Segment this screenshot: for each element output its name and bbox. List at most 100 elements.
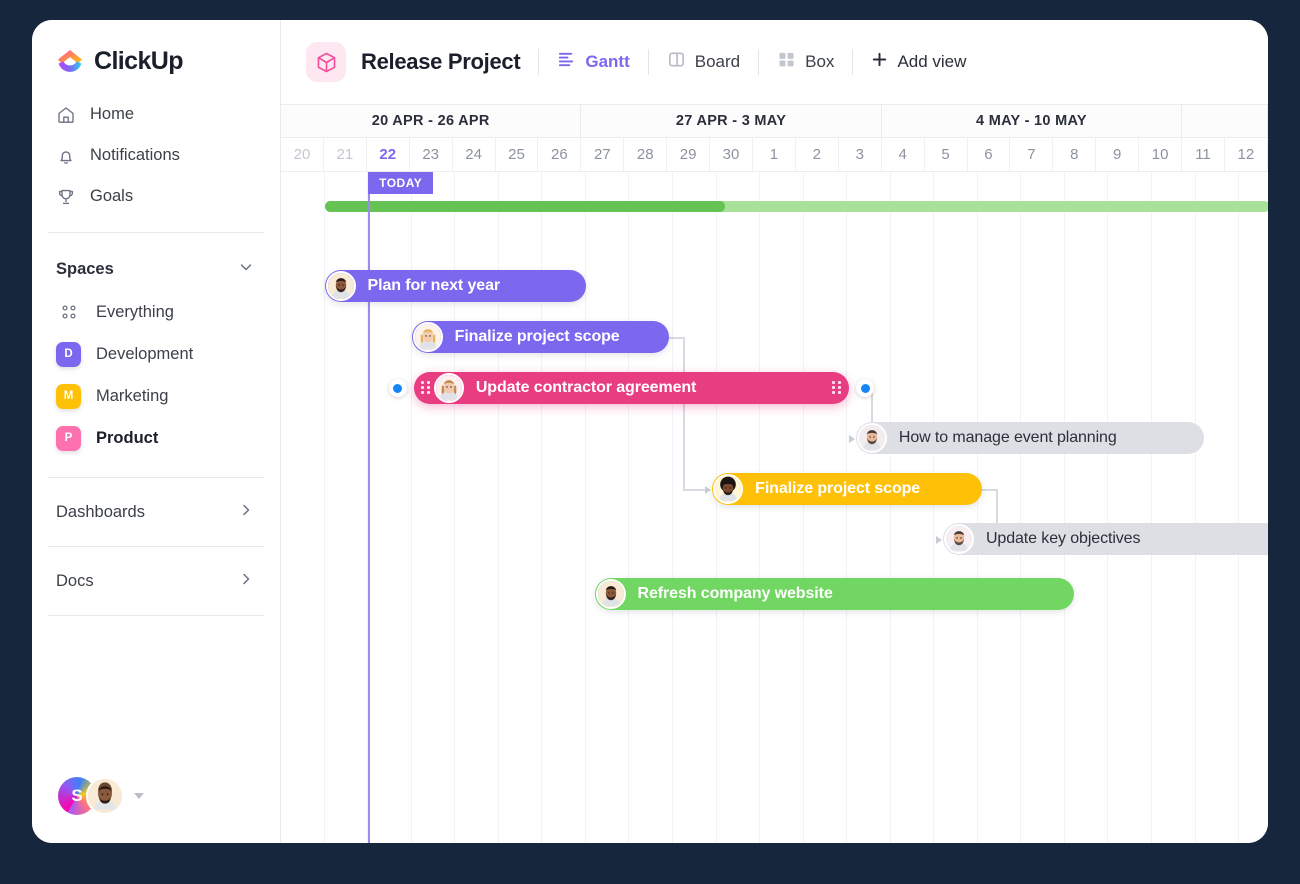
day-header-cell[interactable]: 22 bbox=[367, 138, 410, 172]
sidebar-item-product[interactable]: P Product bbox=[32, 417, 280, 459]
gantt-task-bar[interactable]: Finalize project scope bbox=[712, 473, 982, 505]
sidebar-item-everything[interactable]: Everything bbox=[32, 291, 280, 333]
space-label: Product bbox=[96, 429, 158, 448]
day-header-cell[interactable]: 28 bbox=[624, 138, 667, 172]
task-name: Update contractor agreement bbox=[476, 379, 696, 397]
gantt-task-bar[interactable]: Plan for next year bbox=[325, 270, 586, 302]
day-header-cell[interactable]: 6 bbox=[968, 138, 1011, 172]
day-header-cell[interactable]: 24 bbox=[453, 138, 496, 172]
toolbar-divider bbox=[538, 49, 539, 75]
gantt-task-bar[interactable]: Update key objectives bbox=[943, 523, 1268, 555]
assignee-avatar[interactable] bbox=[326, 271, 356, 301]
sidebar-item-label: Goals bbox=[90, 187, 133, 206]
assignee-avatar[interactable] bbox=[596, 579, 626, 609]
sidebar-item-dashboards[interactable]: Dashboards bbox=[32, 486, 280, 538]
tab-gantt[interactable]: Gantt bbox=[557, 50, 629, 74]
assignee-avatar[interactable] bbox=[857, 423, 887, 453]
spaces-section-header[interactable]: Spaces bbox=[32, 247, 280, 291]
toolbar-divider bbox=[648, 49, 649, 75]
chevron-down-icon[interactable] bbox=[134, 793, 144, 799]
gantt-gridline bbox=[1020, 172, 1021, 843]
day-header-cell[interactable]: 11 bbox=[1182, 138, 1225, 172]
day-header-cell[interactable]: 9 bbox=[1096, 138, 1139, 172]
tab-board[interactable]: Board bbox=[667, 50, 740, 74]
day-header-cell[interactable]: 2 bbox=[796, 138, 839, 172]
app-window: ClickUp Home Notific bbox=[32, 20, 1268, 843]
day-header-cell[interactable]: 23 bbox=[410, 138, 453, 172]
day-header-cell[interactable]: 10 bbox=[1139, 138, 1182, 172]
link-label: Dashboards bbox=[56, 503, 145, 522]
trophy-icon bbox=[56, 187, 76, 207]
avatar[interactable] bbox=[86, 777, 124, 815]
plus-icon bbox=[871, 51, 888, 73]
chevron-right-icon bbox=[238, 571, 254, 592]
week-header-cell: 20 APR - 26 APR bbox=[281, 105, 581, 138]
day-header-cell[interactable]: 8 bbox=[1053, 138, 1096, 172]
gantt-task-bar[interactable]: Refresh company website bbox=[595, 578, 1074, 610]
today-flag: TODAY bbox=[368, 172, 433, 194]
day-header-cell[interactable]: 25 bbox=[496, 138, 539, 172]
day-header-cell[interactable]: 20 bbox=[281, 138, 324, 172]
space-label: Marketing bbox=[96, 387, 168, 406]
assignee-avatar[interactable] bbox=[413, 322, 443, 352]
day-header-cell[interactable]: 3 bbox=[839, 138, 882, 172]
sidebar-item-home[interactable]: Home bbox=[32, 94, 280, 135]
sidebar-item-goals[interactable]: Goals bbox=[32, 176, 280, 217]
sidebar-divider-2 bbox=[48, 477, 264, 478]
drag-handle-right-icon[interactable] bbox=[832, 381, 841, 395]
toolbar-divider bbox=[852, 49, 853, 75]
project-progress-filled bbox=[325, 201, 726, 212]
dependency-dot-left[interactable] bbox=[389, 379, 407, 397]
week-header-row: 20 APR - 26 APR27 APR - 3 MAY4 MAY - 10 … bbox=[281, 105, 1268, 138]
tab-box[interactable]: Box bbox=[777, 50, 834, 74]
task-name: Plan for next year bbox=[368, 277, 500, 295]
gantt-timeline[interactable]: 20 APR - 26 APR27 APR - 3 MAY4 MAY - 10 … bbox=[281, 105, 1268, 843]
gantt-gridline bbox=[846, 172, 847, 843]
toolbar: Release Project Gantt Board bbox=[281, 20, 1268, 105]
gantt-task-bar[interactable]: How to manage event planning bbox=[856, 422, 1204, 454]
day-header-cell[interactable]: 7 bbox=[1010, 138, 1053, 172]
gantt-gridline bbox=[803, 172, 804, 843]
add-view-button[interactable]: Add view bbox=[871, 51, 966, 73]
space-label: Everything bbox=[96, 303, 174, 322]
gantt-icon bbox=[557, 50, 576, 74]
day-header-cell[interactable]: 27 bbox=[581, 138, 624, 172]
page-title: Release Project bbox=[361, 49, 520, 75]
day-header-cell[interactable]: 21 bbox=[324, 138, 367, 172]
week-header-cell bbox=[1182, 105, 1268, 138]
sidebar-item-marketing[interactable]: M Marketing bbox=[32, 375, 280, 417]
link-label: Docs bbox=[56, 572, 94, 591]
gantt-gridline bbox=[585, 172, 586, 843]
day-header-cell[interactable]: 1 bbox=[753, 138, 796, 172]
space-badge-development: D bbox=[56, 342, 81, 367]
day-header-cell[interactable]: 30 bbox=[710, 138, 753, 172]
day-header-cell[interactable]: 12 bbox=[1225, 138, 1268, 172]
space-badge-product: P bbox=[56, 426, 81, 451]
board-icon bbox=[667, 50, 686, 74]
gantt-grid[interactable]: TODAY Plan for next year Finalize projec… bbox=[281, 172, 1268, 843]
gantt-task-bar[interactable]: Update contractor agreement bbox=[414, 372, 850, 404]
gantt-gridline bbox=[1107, 172, 1108, 843]
day-header-cell[interactable]: 5 bbox=[925, 138, 968, 172]
gantt-task-bar[interactable]: Finalize project scope bbox=[412, 321, 669, 353]
primary-nav: Home Notifications bbox=[32, 94, 280, 217]
day-header-cell[interactable]: 4 bbox=[882, 138, 925, 172]
user-avatar-cluster[interactable]: S bbox=[58, 777, 144, 815]
sidebar-item-notifications[interactable]: Notifications bbox=[32, 135, 280, 176]
chevron-down-icon[interactable] bbox=[238, 259, 254, 280]
assignee-avatar[interactable] bbox=[713, 474, 743, 504]
sidebar-item-docs[interactable]: Docs bbox=[32, 555, 280, 607]
day-header-cell[interactable]: 26 bbox=[538, 138, 581, 172]
brand-logo[interactable]: ClickUp bbox=[32, 20, 280, 76]
gantt-gridline bbox=[933, 172, 934, 843]
sidebar-item-development[interactable]: D Development bbox=[32, 333, 280, 375]
spaces-title: Spaces bbox=[56, 260, 114, 279]
sidebar-item-label: Home bbox=[90, 105, 134, 124]
gantt-gridline bbox=[890, 172, 891, 843]
clickup-logo-icon bbox=[55, 46, 85, 76]
drag-handle-left-icon[interactable] bbox=[421, 381, 430, 395]
assignee-avatar[interactable] bbox=[944, 524, 974, 554]
space-badge-marketing: M bbox=[56, 384, 81, 409]
day-header-cell[interactable]: 29 bbox=[667, 138, 710, 172]
assignee-avatar[interactable] bbox=[434, 373, 464, 403]
